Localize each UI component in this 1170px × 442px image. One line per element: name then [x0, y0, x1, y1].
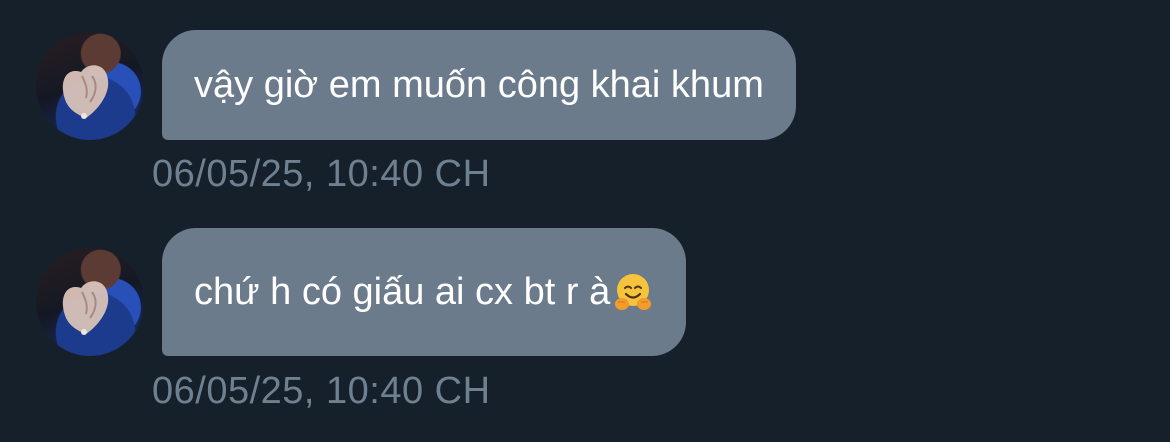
message-text: vậy giờ em muốn công khai khum: [194, 63, 764, 106]
message-timestamp: 06/05/25, 10:40 CH: [152, 153, 491, 195]
hugging-face-icon: [612, 271, 654, 313]
previous-message-timestamp-fragment: ▪ ▪ ▪ ▪ ▪ ▪ ▪ ▪: [150, 0, 370, 4]
avatar-heart-hands-image: [62, 65, 109, 119]
message-text: chứ h có giấu ai cx bt r à: [194, 270, 611, 313]
message-timestamp: 06/05/25, 10:40 CH: [152, 370, 491, 412]
avatar-heart-hands-image: [62, 281, 109, 335]
message-bubble[interactable]: vậy giờ em muốn công khai khum: [162, 30, 796, 140]
message-bubble[interactable]: chứ h có giấu ai cx bt r à: [162, 228, 687, 356]
avatar[interactable]: [36, 32, 144, 140]
avatar[interactable]: [36, 248, 144, 356]
